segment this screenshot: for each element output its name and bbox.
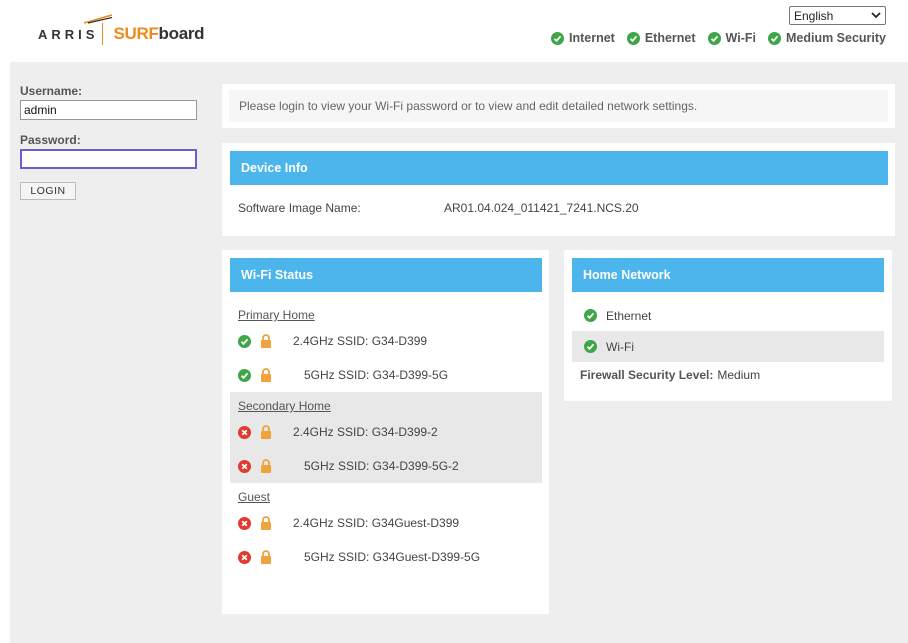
x-circle-icon: [238, 459, 251, 473]
wifi-status-body: Primary Home 2.4GHz SSID: G34-D399 5GHz …: [230, 301, 542, 574]
header: ARRIS SURF board English Internet Etherne…: [0, 0, 908, 62]
status-label: Wi-Fi: [725, 31, 756, 45]
check-circle-icon: [238, 368, 251, 382]
ssid-row: 2.4GHz SSID: G34-D399-2: [238, 415, 534, 449]
ssid-row: 5GHz SSID: G34Guest-D399-5G: [238, 540, 534, 574]
lock-icon: [261, 459, 271, 473]
login-notice-text: Please login to view your Wi-Fi password…: [229, 90, 888, 122]
x-circle-icon: [238, 425, 251, 439]
home-network-body: Ethernet Wi-Fi Firewall Security Level: …: [572, 300, 884, 388]
check-circle-icon: [767, 31, 781, 45]
username-input[interactable]: [20, 100, 197, 120]
ssid-text: 2.4GHz SSID: G34-D399: [293, 334, 428, 348]
firewall-level-value: Medium: [717, 368, 761, 382]
logo-board: board: [158, 24, 205, 43]
status-label: Medium Security: [785, 31, 886, 45]
status-security: Medium Security: [767, 31, 886, 45]
secondary-home-title: Secondary Home: [238, 399, 331, 413]
device-info-card: Device Info Software Image Name: AR01.04…: [222, 143, 895, 236]
username-label: Username:: [20, 84, 83, 98]
wifi-status-card: Wi-Fi Status Primary Home 2.4GHz SSID: G…: [222, 250, 549, 614]
secondary-home-group: Secondary Home 2.4GHz SSID: G34-D399-2 5…: [230, 392, 542, 483]
check-circle-icon: [626, 31, 640, 45]
lock-icon: [261, 425, 271, 439]
primary-home-group: Primary Home 2.4GHz SSID: G34-D399 5GHz …: [230, 301, 542, 392]
ssid-text: 5GHz SSID: G34-D399-5G-2: [304, 459, 459, 473]
status-label: Ethernet: [644, 31, 696, 45]
status-ethernet: Ethernet: [626, 31, 696, 45]
language-select[interactable]: English: [789, 6, 886, 25]
ssid-text: 2.4GHz SSID: G34-D399-2: [293, 425, 438, 439]
software-image-value: AR01.04.024_011421_7241.NCS.20: [444, 201, 639, 215]
login-notice-card: Please login to view your Wi-Fi password…: [222, 84, 895, 128]
software-image-label: Software Image Name:: [238, 201, 361, 215]
language-selected-value: English: [794, 8, 834, 23]
check-circle-icon: [707, 31, 721, 45]
home-network-item: Wi-Fi: [572, 331, 884, 362]
ssid-row: 5GHz SSID: G34-D399-5G-2: [238, 449, 534, 483]
ssid-text: 2.4GHz SSID: G34Guest-D399: [293, 516, 460, 530]
lock-icon: [261, 516, 271, 530]
device-info-header: Device Info: [230, 151, 888, 185]
home-network-item-label: Ethernet: [606, 308, 652, 323]
arris-swoosh-icon: [83, 14, 113, 24]
password-label: Password:: [20, 133, 81, 147]
logo-arris: ARRIS: [38, 26, 99, 42]
home-network-item: Ethernet: [572, 300, 884, 331]
ssid-row: 5GHz SSID: G34-D399-5G: [238, 358, 534, 392]
lock-icon: [261, 550, 271, 564]
home-network-item-label: Wi-Fi: [606, 339, 634, 354]
firewall-level-row: Firewall Security Level: Medium: [572, 362, 884, 388]
ssid-row: 2.4GHz SSID: G34Guest-D399: [238, 506, 534, 540]
lock-icon: [261, 334, 271, 348]
login-panel: Username: Password: LOGIN: [20, 84, 210, 200]
primary-home-title: Primary Home: [238, 308, 315, 322]
logo-divider: [102, 23, 104, 45]
ssid-text: 5GHz SSID: G34Guest-D399-5G: [304, 550, 481, 564]
login-button[interactable]: LOGIN: [20, 182, 76, 200]
status-label: Internet: [568, 31, 615, 45]
logo-surf: SURF: [113, 24, 159, 43]
x-circle-icon: [238, 550, 251, 564]
home-network-card: Home Network Ethernet Wi-Fi Firewall Sec…: [564, 250, 892, 401]
firewall-level-label: Firewall Security Level:: [580, 368, 714, 382]
ssid-text: 5GHz SSID: G34-D399-5G: [304, 368, 449, 382]
password-input[interactable]: [20, 149, 197, 169]
x-circle-icon: [238, 516, 251, 530]
status-internet: Internet: [550, 31, 615, 45]
connection-status-bar: Internet Ethernet Wi-Fi Medium Security: [550, 31, 886, 45]
check-circle-icon: [550, 31, 564, 45]
wifi-status-header: Wi-Fi Status: [230, 258, 542, 292]
lock-icon: [261, 368, 271, 382]
ssid-row: 2.4GHz SSID: G34-D399: [238, 324, 534, 358]
check-circle-icon: [584, 340, 597, 353]
chevron-down-icon: [871, 12, 881, 19]
guest-title: Guest: [238, 490, 271, 504]
guest-group: Guest 2.4GHz SSID: G34Guest-D399 5GHz SS…: [230, 483, 542, 574]
check-circle-icon: [584, 309, 597, 322]
arris-surfboard-logo: ARRIS SURF board: [38, 14, 205, 48]
status-wifi: Wi-Fi: [707, 31, 756, 45]
check-circle-icon: [238, 334, 251, 348]
home-network-header: Home Network: [572, 258, 884, 292]
